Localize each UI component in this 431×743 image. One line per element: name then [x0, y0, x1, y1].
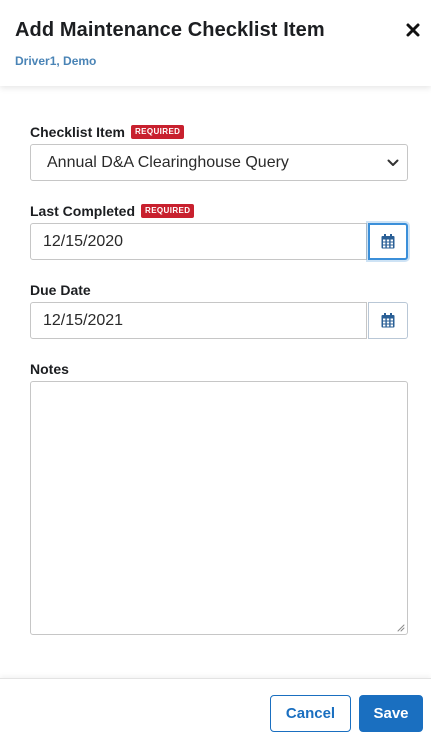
checklist-item-label: Checklist Item REQUIRED [30, 124, 185, 140]
last-completed-calendar-button[interactable] [368, 223, 408, 260]
due-date-calendar-button[interactable] [368, 302, 408, 339]
modal-dialog: Add Maintenance Checklist Item Driver1, … [0, 0, 431, 743]
notes-label: Notes [30, 361, 69, 377]
required-badge: REQUIRED [130, 125, 185, 139]
last-completed-label-text: Last Completed [30, 203, 136, 219]
checklist-item-label-text: Checklist Item [30, 124, 125, 140]
due-date-label: Due Date [30, 282, 91, 298]
last-completed-input[interactable]: 12/15/2020 [30, 223, 367, 260]
required-badge: REQUIRED [141, 204, 195, 218]
notes-label-text: Notes [30, 361, 69, 377]
modal-header: Add Maintenance Checklist Item Driver1, … [0, 0, 431, 86]
modal-footer: Cancel Save [0, 678, 431, 743]
close-icon [406, 23, 420, 37]
close-button[interactable] [403, 20, 423, 40]
modal-title: Add Maintenance Checklist Item [15, 19, 325, 41]
calendar-icon [381, 234, 395, 249]
due-date-label-text: Due Date [30, 282, 91, 298]
checklist-item-select[interactable]: Annual D&A Clearinghouse Query [30, 144, 408, 181]
driver-name: Driver1, Demo [15, 54, 97, 68]
checklist-item-selected-value: Annual D&A Clearinghouse Query [47, 154, 289, 171]
chevron-down-icon [387, 159, 399, 166]
calendar-icon [381, 313, 395, 328]
save-button[interactable]: Save [359, 695, 423, 732]
cancel-button[interactable]: Cancel [270, 695, 351, 732]
modal-body: Checklist Item REQUIRED Annual D&A Clear… [0, 86, 431, 678]
last-completed-label: Last Completed REQUIRED [30, 203, 195, 219]
notes-textarea[interactable] [30, 381, 408, 635]
resize-grip-icon[interactable] [396, 623, 405, 632]
due-date-input[interactable]: 12/15/2021 [30, 302, 367, 339]
